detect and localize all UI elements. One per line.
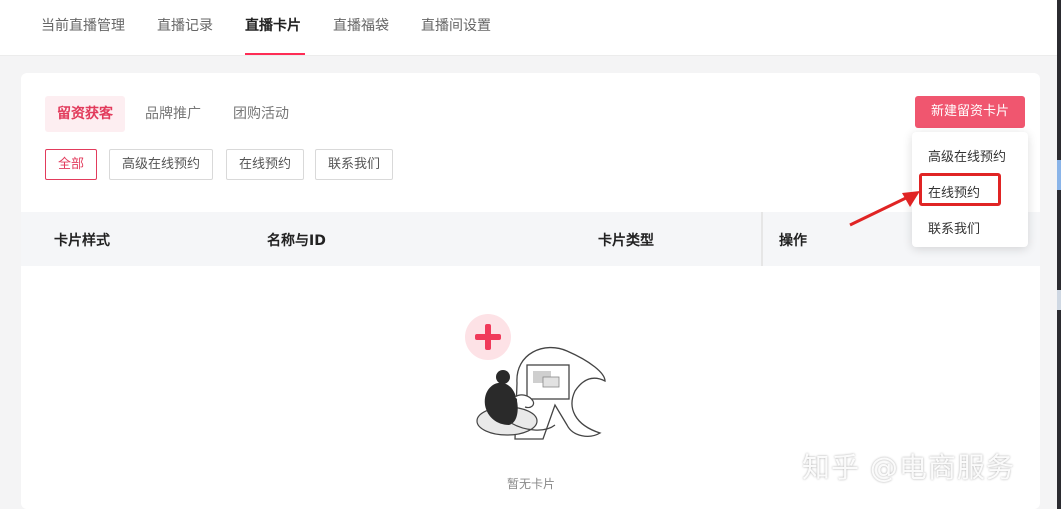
dropdown-item-contact-us[interactable]: 联系我们 (928, 218, 980, 237)
card-thumb (542, 376, 560, 388)
empty-illustration (465, 314, 606, 440)
tab-live-cards[interactable]: 直播卡片 (245, 15, 301, 35)
edge-fragment (1057, 290, 1061, 310)
top-nav: 当前直播管理 直播记录 直播卡片 直播福袋 直播间设置 (0, 0, 1061, 56)
subtab-brand-promo[interactable]: 品牌推广 (133, 96, 213, 132)
filter-advanced-booking[interactable]: 高级在线预约 (109, 149, 214, 180)
filter-all[interactable]: 全部 (45, 149, 98, 180)
annotation-arrow-icon (849, 191, 920, 227)
card-panel: 留资获客 品牌推广 团购活动 新建留资卡片 全部 高级在线预约 在线预约 联系我… (21, 73, 1040, 509)
subtab-lead-gen[interactable]: 留资获客 (45, 96, 125, 132)
col-card-style: 卡片样式 (54, 233, 110, 249)
tab-live-room-settings[interactable]: 直播间设置 (421, 15, 491, 35)
annotation-highlight-box (919, 173, 1001, 206)
tab-live-records[interactable]: 直播记录 (157, 15, 213, 35)
tab-live-manage[interactable]: 当前直播管理 (41, 15, 125, 35)
new-lead-card-button[interactable]: 新建留资卡片 (915, 96, 1025, 128)
window-edge (1057, 0, 1061, 509)
active-tab-indicator (245, 53, 305, 55)
filter-contact-us[interactable]: 联系我们 (315, 149, 394, 180)
edge-fragment (1057, 160, 1061, 190)
col-name-id: 名称与ID (267, 233, 326, 249)
col-card-type: 卡片类型 (598, 233, 654, 249)
subtab-group-buy[interactable]: 团购活动 (221, 96, 301, 132)
watermark: 知乎 @电商服务 (802, 451, 1015, 484)
tab-live-lucky-bag[interactable]: 直播福袋 (333, 15, 389, 35)
app-root: 当前直播管理 直播记录 直播卡片 直播福袋 直播间设置 留资获客 品牌推广 团购… (0, 0, 1061, 509)
empty-state-text: 暂无卡片 (506, 477, 555, 491)
column-divider (761, 212, 763, 266)
col-actions: 操作 (779, 233, 807, 249)
figure-bun (496, 370, 510, 384)
filter-online-booking[interactable]: 在线预约 (226, 149, 305, 180)
dropdown-item-advanced-booking[interactable]: 高级在线预约 (928, 146, 1006, 165)
